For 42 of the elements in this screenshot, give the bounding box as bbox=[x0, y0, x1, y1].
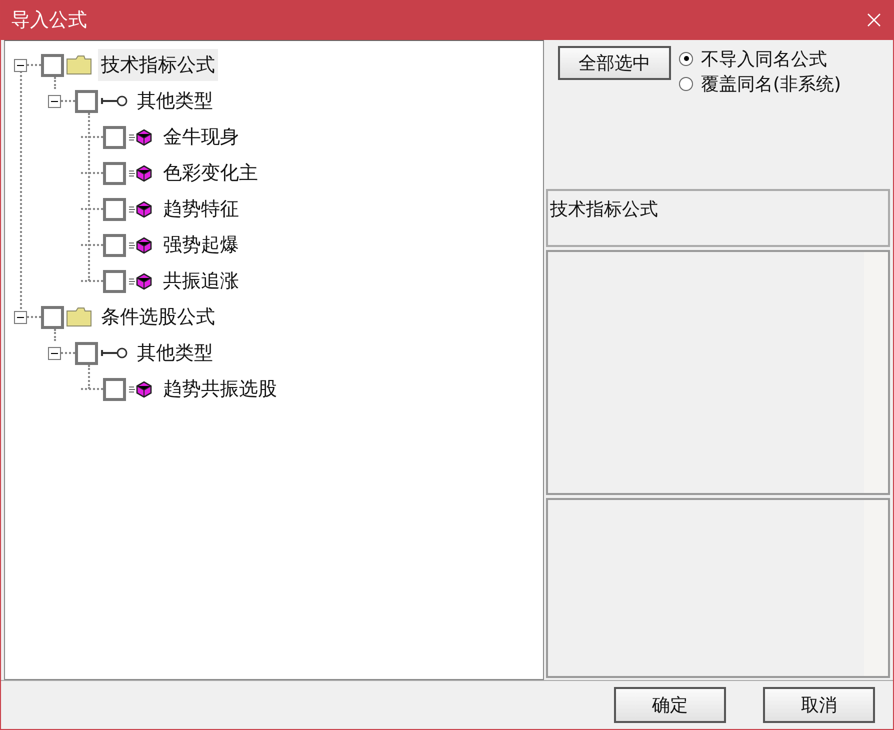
category-field: 技术指标公式 bbox=[546, 189, 890, 247]
tree-checkbox[interactable] bbox=[75, 342, 98, 364]
tree-item[interactable]: 金牛现身 bbox=[160, 121, 242, 153]
tree-item[interactable]: 色彩变化主 bbox=[160, 157, 261, 189]
tree-checkbox[interactable] bbox=[103, 378, 126, 400]
radio-option[interactable]: 不导入同名公式 bbox=[679, 46, 842, 71]
folder-icon bbox=[66, 55, 92, 75]
tree-item[interactable]: 趋势特征 bbox=[160, 193, 242, 225]
radio-option[interactable]: 覆盖同名(非系统) bbox=[679, 71, 842, 96]
cube-icon bbox=[128, 164, 154, 182]
cube-icon bbox=[128, 380, 154, 398]
collapse-toggle[interactable] bbox=[48, 94, 61, 108]
dialog-button[interactable]: 确定 bbox=[614, 687, 726, 723]
window-title: 导入公式 bbox=[11, 8, 87, 33]
tree-checkbox[interactable] bbox=[103, 126, 126, 148]
tree-item[interactable]: 其他类型 bbox=[134, 85, 216, 117]
key-icon bbox=[100, 94, 128, 108]
tree-checkbox[interactable] bbox=[41, 54, 64, 76]
cube-icon bbox=[128, 272, 154, 290]
tree-checkbox[interactable] bbox=[103, 162, 126, 184]
tree-item[interactable]: 条件选股公式 bbox=[98, 301, 218, 333]
tree-checkbox[interactable] bbox=[103, 198, 126, 220]
folder-icon bbox=[66, 307, 92, 327]
cube-icon bbox=[128, 128, 154, 146]
tree-item[interactable]: 其他类型 bbox=[134, 337, 216, 369]
tree-checkbox[interactable] bbox=[75, 90, 98, 112]
tree-checkbox[interactable] bbox=[103, 234, 126, 256]
cube-icon bbox=[128, 236, 154, 254]
tree-checkbox[interactable] bbox=[103, 270, 126, 292]
collapse-toggle[interactable] bbox=[14, 310, 27, 324]
tree-checkbox[interactable] bbox=[41, 306, 64, 328]
close-icon[interactable] bbox=[867, 13, 881, 27]
key-icon bbox=[100, 346, 128, 360]
collapse-toggle[interactable] bbox=[14, 58, 27, 72]
select-all-button[interactable]: 全部选中 bbox=[558, 46, 671, 80]
tree-item[interactable]: 共振追涨 bbox=[160, 265, 242, 297]
tree-item[interactable]: 强势起爆 bbox=[160, 229, 242, 261]
collapse-toggle[interactable] bbox=[48, 346, 61, 360]
dialog-button[interactable]: 取消 bbox=[763, 687, 875, 723]
cube-icon bbox=[128, 200, 154, 218]
tree-item[interactable]: 技术指标公式 bbox=[98, 49, 218, 81]
tree-item[interactable]: 趋势共振选股 bbox=[160, 373, 280, 405]
